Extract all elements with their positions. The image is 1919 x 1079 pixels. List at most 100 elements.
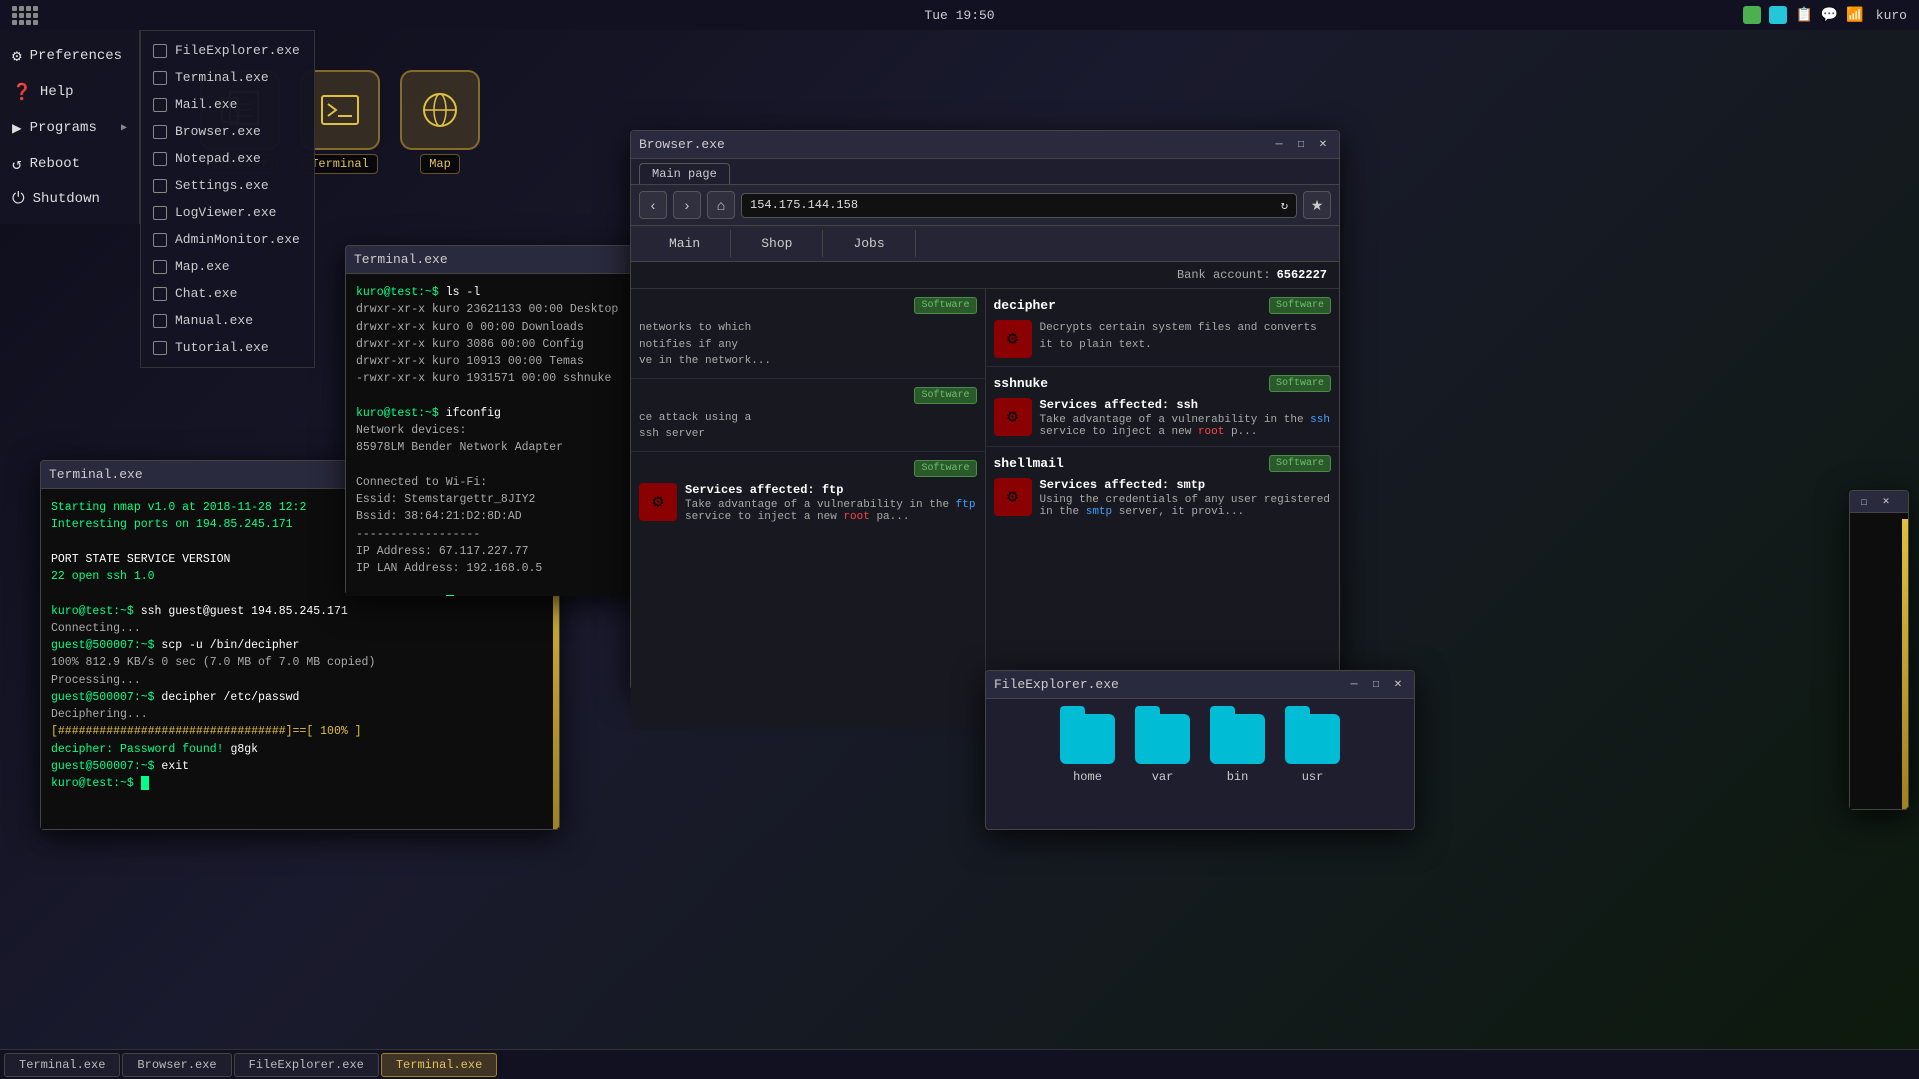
shop-icon-shellmail-left: ⚙: [639, 483, 677, 521]
browser-titlebar: Browser.exe ─ □ ✕: [631, 131, 1339, 159]
browser-controls: ─ □ ✕: [1271, 137, 1331, 153]
sidebar-item-help[interactable]: ❓ Help: [0, 74, 139, 110]
taskbar-terminal-1[interactable]: Terminal.exe: [4, 1053, 120, 1077]
sidebar-item-preferences[interactable]: ⚙ Preferences: [0, 38, 139, 74]
notepad-icon: [153, 152, 167, 166]
browser-urlbar[interactable]: 154.175.144.158 ↻: [741, 193, 1297, 218]
sidebar-item-programs[interactable]: ▶ Programs ▶: [0, 110, 139, 146]
browser-maximize[interactable]: □: [1293, 137, 1309, 153]
app-logviewer[interactable]: LogViewer.exe: [141, 199, 314, 226]
app-tutorial[interactable]: Tutorial.exe: [141, 334, 314, 361]
shop-desc-title-ssh: Services affected: ssh: [1040, 398, 1332, 412]
taskbar-terminal-2[interactable]: Terminal.exe: [381, 1053, 497, 1077]
app-chat[interactable]: Chat.exe: [141, 280, 314, 307]
fileexplorer-icon: [153, 44, 167, 58]
browser-minimize[interactable]: ─: [1271, 137, 1287, 153]
fileexplorer-titlebar: FileExplorer.exe ─ □ ✕: [986, 671, 1414, 699]
sidebar-item-shutdown[interactable]: ⏻ Shutdown: [0, 182, 139, 216]
manual-icon: [153, 314, 167, 328]
chat-icon: 💬: [1821, 7, 1838, 24]
adminmonitor-icon: [153, 233, 167, 247]
folder-label-home: home: [1073, 770, 1102, 784]
folder-bin[interactable]: bin: [1210, 714, 1265, 784]
browser-back-btn[interactable]: ‹: [639, 191, 667, 219]
shop-badge-decipher-left[interactable]: Software: [914, 297, 976, 314]
apps-grid-icon[interactable]: [12, 6, 38, 25]
shop-name-sshnuke: sshnuke: [994, 376, 1049, 391]
shop-badge-decipher-right[interactable]: Software: [1269, 297, 1331, 314]
browser-nav-main[interactable]: Main: [639, 230, 731, 257]
dock-icon-map: [400, 70, 480, 150]
preferences-icon: ⚙: [12, 46, 22, 66]
taskbar-browser[interactable]: Browser.exe: [122, 1053, 231, 1077]
terminal-right-body: [1850, 513, 1908, 809]
app-fileexplorer[interactable]: FileExplorer.exe: [141, 37, 314, 64]
terminal-right-scrollbar[interactable]: [1902, 519, 1908, 809]
shop-badge-sshnuke-left[interactable]: Software: [914, 387, 976, 404]
browser-tab-main[interactable]: Main page: [639, 163, 730, 184]
app-manual[interactable]: Manual.exe: [141, 307, 314, 334]
shop-icon-decipher: ⚙: [994, 320, 1032, 358]
shop-desc-decipher-left: networks to whichnotifies if anyve in th…: [639, 320, 977, 370]
browser-icon: [153, 125, 167, 139]
app-mail[interactable]: Mail.exe: [141, 91, 314, 118]
shop-desc-sshnuke-left: ce attack using assh server: [639, 410, 977, 443]
bank-value: 6562227: [1277, 268, 1327, 282]
fileexplorer-close[interactable]: ✕: [1390, 677, 1406, 693]
file-grid: home var bin usr: [986, 699, 1414, 799]
shop-badge-shellmail-left[interactable]: Software: [914, 460, 976, 477]
app-adminmonitor[interactable]: AdminMonitor.exe: [141, 226, 314, 253]
terminal-right-titlebar: □ ✕: [1850, 491, 1908, 513]
dock-label-map: Map: [420, 154, 460, 174]
dock-item-map[interactable]: Map: [400, 70, 480, 174]
app-browser[interactable]: Browser.exe: [141, 118, 314, 145]
terminal-right-close[interactable]: ✕: [1878, 494, 1894, 510]
folder-icon-bin: [1210, 714, 1265, 764]
folder-label-var: var: [1152, 770, 1174, 784]
shop-name-decipher: decipher: [994, 298, 1056, 313]
settings-icon: [153, 179, 167, 193]
shop-name-shellmail: shellmail: [994, 456, 1064, 471]
folder-var[interactable]: var: [1135, 714, 1190, 784]
fileexplorer-controls: ─ □ ✕: [1346, 677, 1406, 693]
browser-home-btn[interactable]: ⌂: [707, 191, 735, 219]
terminal-fg-title: Terminal.exe: [354, 252, 448, 267]
folder-icon-home: [1060, 714, 1115, 764]
shop-desc-decipher-right: Decrypts certain system files and conver…: [1040, 320, 1332, 353]
sidebar-item-reboot[interactable]: ↺ Reboot: [0, 146, 139, 182]
app-settings[interactable]: Settings.exe: [141, 172, 314, 199]
shop-item-shellmail-right: shellmail Software ⚙ Services affected: …: [986, 447, 1340, 526]
shop-badge-shellmail-right[interactable]: Software: [1269, 455, 1331, 472]
reboot-icon: ↺: [12, 154, 22, 174]
fileexplorer-maximize[interactable]: □: [1368, 677, 1384, 693]
browser-nav-jobs[interactable]: Jobs: [823, 230, 915, 257]
status-icon-teal: [1769, 6, 1787, 24]
fileexplorer-window: FileExplorer.exe ─ □ ✕ home var bin: [985, 670, 1415, 830]
browser-close[interactable]: ✕: [1315, 137, 1331, 153]
folder-home[interactable]: home: [1060, 714, 1115, 784]
folder-label-usr: usr: [1302, 770, 1324, 784]
browser-nav-shop[interactable]: Shop: [731, 230, 823, 257]
browser-shop-grid: Software networks to whichnotifies if an…: [631, 289, 1339, 729]
status-icon-green: [1743, 6, 1761, 24]
app-map[interactable]: Map.exe: [141, 253, 314, 280]
app-terminal[interactable]: Terminal.exe: [141, 64, 314, 91]
folder-usr[interactable]: usr: [1285, 714, 1340, 784]
terminal-bg-title: Terminal.exe: [49, 467, 143, 482]
shop-badge-sshnuke-right[interactable]: Software: [1269, 375, 1331, 392]
chat-icon: [153, 287, 167, 301]
browser-tabs: Main page: [631, 159, 1339, 185]
browser-bookmark-btn[interactable]: ★: [1303, 191, 1331, 219]
browser-shop-right: decipher Software ⚙ Decrypts certain sys…: [986, 289, 1340, 729]
browser-refresh-icon[interactable]: ↻: [1281, 198, 1288, 213]
browser-url-text: 154.175.144.158: [750, 198, 858, 212]
browser-forward-btn[interactable]: ›: [673, 191, 701, 219]
terminal-right-maximize[interactable]: □: [1856, 494, 1872, 510]
taskbar-fileexplorer[interactable]: FileExplorer.exe: [234, 1053, 379, 1077]
app-notepad[interactable]: Notepad.exe: [141, 145, 314, 172]
folder-icon-var: [1135, 714, 1190, 764]
logviewer-icon: [153, 206, 167, 220]
app-submenu: FileExplorer.exe Terminal.exe Mail.exe B…: [140, 30, 315, 368]
fileexplorer-minimize[interactable]: ─: [1346, 677, 1362, 693]
bank-label: Bank account:: [1177, 268, 1271, 282]
